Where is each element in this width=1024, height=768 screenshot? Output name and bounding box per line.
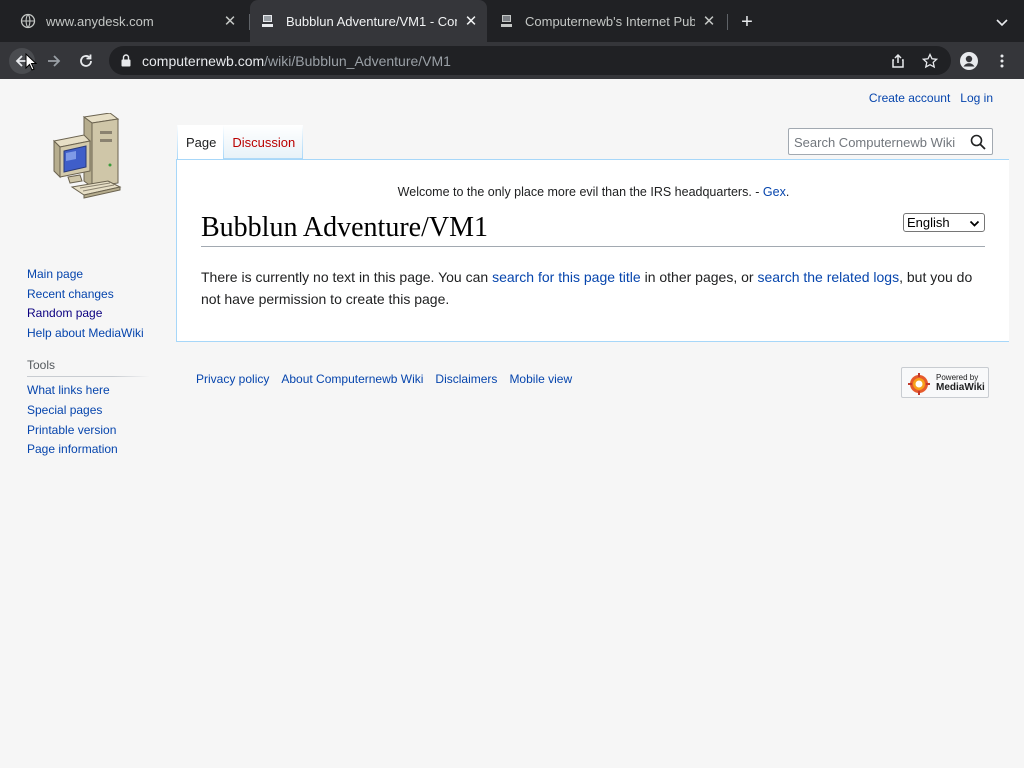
- page-title: Bubblun Adventure/VM1: [201, 212, 985, 247]
- new-tab-button[interactable]: +: [737, 12, 757, 33]
- footer-about-link[interactable]: About Computernewb Wiki: [281, 372, 423, 386]
- tab-discussion[interactable]: Discussion: [224, 125, 303, 159]
- browser-tab-pub[interactable]: Computernewb's Internet Pub ✕: [489, 0, 725, 42]
- browser-toolbar: computernewb.com/wiki/Bubblun_Adventure/…: [0, 42, 1024, 79]
- sidebar-item-main-page[interactable]: Main page: [27, 265, 152, 285]
- share-icon: [892, 53, 904, 68]
- sidebar-item-page-information[interactable]: Page information: [27, 440, 152, 460]
- chevron-down-icon[interactable]: [994, 14, 1010, 30]
- chevron-down-icon: [969, 217, 980, 232]
- url-path: /wiki/Bubblun_Adventure/VM1: [264, 53, 451, 69]
- browser-tab-title: Computernewb's Internet Pub: [525, 13, 695, 29]
- article-body: There is currently no text in this page.…: [201, 266, 985, 310]
- reload-button[interactable]: [73, 48, 99, 74]
- tab-page[interactable]: Page: [177, 125, 225, 159]
- footer-disclaimers-link[interactable]: Disclaimers: [435, 372, 497, 386]
- sidebar-item-special-pages[interactable]: Special pages: [27, 401, 152, 421]
- footer-mobile-view-link[interactable]: Mobile view: [509, 372, 572, 386]
- browser-tabstrip: www.anydesk.com ✕ Bubblun Adventure/VM1 …: [0, 0, 1024, 42]
- search-logs-link[interactable]: search the related logs: [757, 269, 899, 285]
- language-select-value: English: [907, 215, 950, 230]
- close-icon[interactable]: ✕: [701, 13, 717, 30]
- site-notice: Welcome to the only place more evil than…: [177, 185, 1010, 199]
- address-bar[interactable]: computernewb.com/wiki/Bubblun_Adventure/…: [109, 46, 951, 75]
- star-icon: [922, 53, 938, 69]
- site-notice-text: Welcome to the only place more evil than…: [397, 185, 763, 199]
- avatar-icon: [960, 52, 978, 70]
- close-icon[interactable]: ✕: [222, 13, 238, 30]
- url-text: computernewb.com/wiki/Bubblun_Adventure/…: [142, 53, 451, 69]
- kebab-menu-icon: [1000, 54, 1004, 68]
- globe-icon: [20, 13, 36, 29]
- profile-button[interactable]: [956, 48, 982, 74]
- footer-links: Privacy policy About Computernewb Wiki D…: [196, 372, 572, 386]
- tab-separator: [727, 14, 728, 30]
- mediawiki-text: MediaWiki: [936, 382, 985, 393]
- close-icon[interactable]: ✕: [463, 13, 479, 30]
- footer-privacy-link[interactable]: Privacy policy: [196, 372, 269, 386]
- search-icon[interactable]: [970, 134, 986, 150]
- lock-icon: [121, 54, 131, 72]
- mouse-cursor-icon: [25, 52, 38, 71]
- sidebar-item-recent-changes[interactable]: Recent changes: [27, 285, 152, 305]
- computer-icon: [260, 13, 276, 29]
- bookmark-button[interactable]: [917, 48, 943, 74]
- computer-logo-icon: [52, 112, 122, 199]
- browser-tab-title: www.anydesk.com: [46, 13, 154, 29]
- sidebar-item-random-page[interactable]: Random page: [27, 304, 152, 324]
- wiki-page: Create account Log in Main page Recent c…: [0, 79, 1024, 768]
- browser-tab-anydesk[interactable]: www.anydesk.com ✕: [8, 0, 246, 42]
- url-host: computernewb.com: [142, 53, 265, 69]
- sidebar: Main page Recent changes Random page Hel…: [27, 265, 152, 460]
- body-text: There is currently no text in this page.…: [201, 269, 493, 285]
- site-notice-end: .: [785, 185, 790, 199]
- site-notice-link[interactable]: Gex: [763, 185, 786, 199]
- powered-by-mediawiki-badge[interactable]: Powered by MediaWiki: [901, 367, 989, 398]
- share-button[interactable]: [885, 48, 911, 74]
- login-link[interactable]: Log in: [960, 91, 993, 105]
- personal-tools: Create account Log in: [869, 91, 993, 105]
- powered-by-text: Powered by: [936, 373, 979, 382]
- create-account-link[interactable]: Create account: [869, 91, 950, 105]
- content-area: Welcome to the only place more evil than…: [176, 159, 1009, 342]
- computer-icon: [499, 13, 515, 29]
- arrow-right-icon: [48, 55, 61, 67]
- forward-button[interactable]: [41, 48, 67, 74]
- language-select[interactable]: English: [903, 213, 985, 232]
- mediawiki-logo-icon: [908, 373, 930, 395]
- menu-button[interactable]: [989, 48, 1015, 74]
- sidebar-item-help[interactable]: Help about MediaWiki: [27, 324, 152, 344]
- site-logo[interactable]: [50, 112, 126, 203]
- sidebar-tools-heading: Tools: [27, 358, 149, 378]
- browser-tab-active[interactable]: Bubblun Adventure/VM1 - Com ✕: [250, 0, 487, 42]
- sidebar-item-what-links-here[interactable]: What links here: [27, 381, 152, 401]
- namespace-tabs: Page Discussion: [177, 125, 303, 159]
- search-input[interactable]: [794, 133, 964, 151]
- browser-tab-title: Bubblun Adventure/VM1 - Com: [286, 13, 457, 29]
- search-title-link[interactable]: search for this page title: [492, 269, 641, 285]
- search-box: [788, 128, 993, 155]
- reload-icon: [80, 54, 92, 67]
- sidebar-item-printable-version[interactable]: Printable version: [27, 421, 152, 441]
- body-text: in other pages, or: [640, 269, 758, 285]
